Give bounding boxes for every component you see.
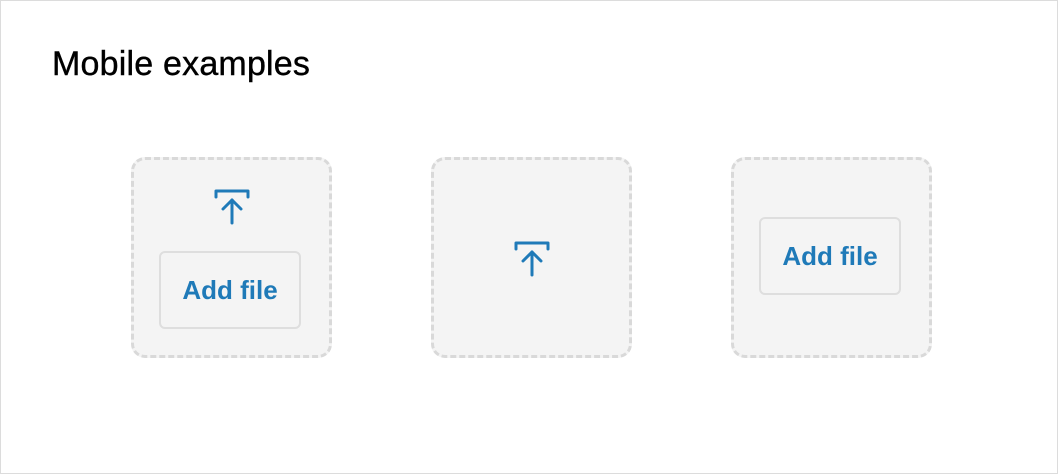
add-file-button[interactable]: Add file [159, 251, 301, 329]
add-file-button[interactable]: Add file [759, 217, 901, 295]
file-dropzone-button-only[interactable]: Add file [731, 157, 932, 358]
file-dropzone-icon-only[interactable] [431, 157, 632, 358]
page-title: Mobile examples [52, 45, 311, 83]
file-dropzone-icon-and-button[interactable]: Add file [131, 157, 332, 358]
examples-panel: Mobile examples Add file Add file [0, 0, 1058, 474]
